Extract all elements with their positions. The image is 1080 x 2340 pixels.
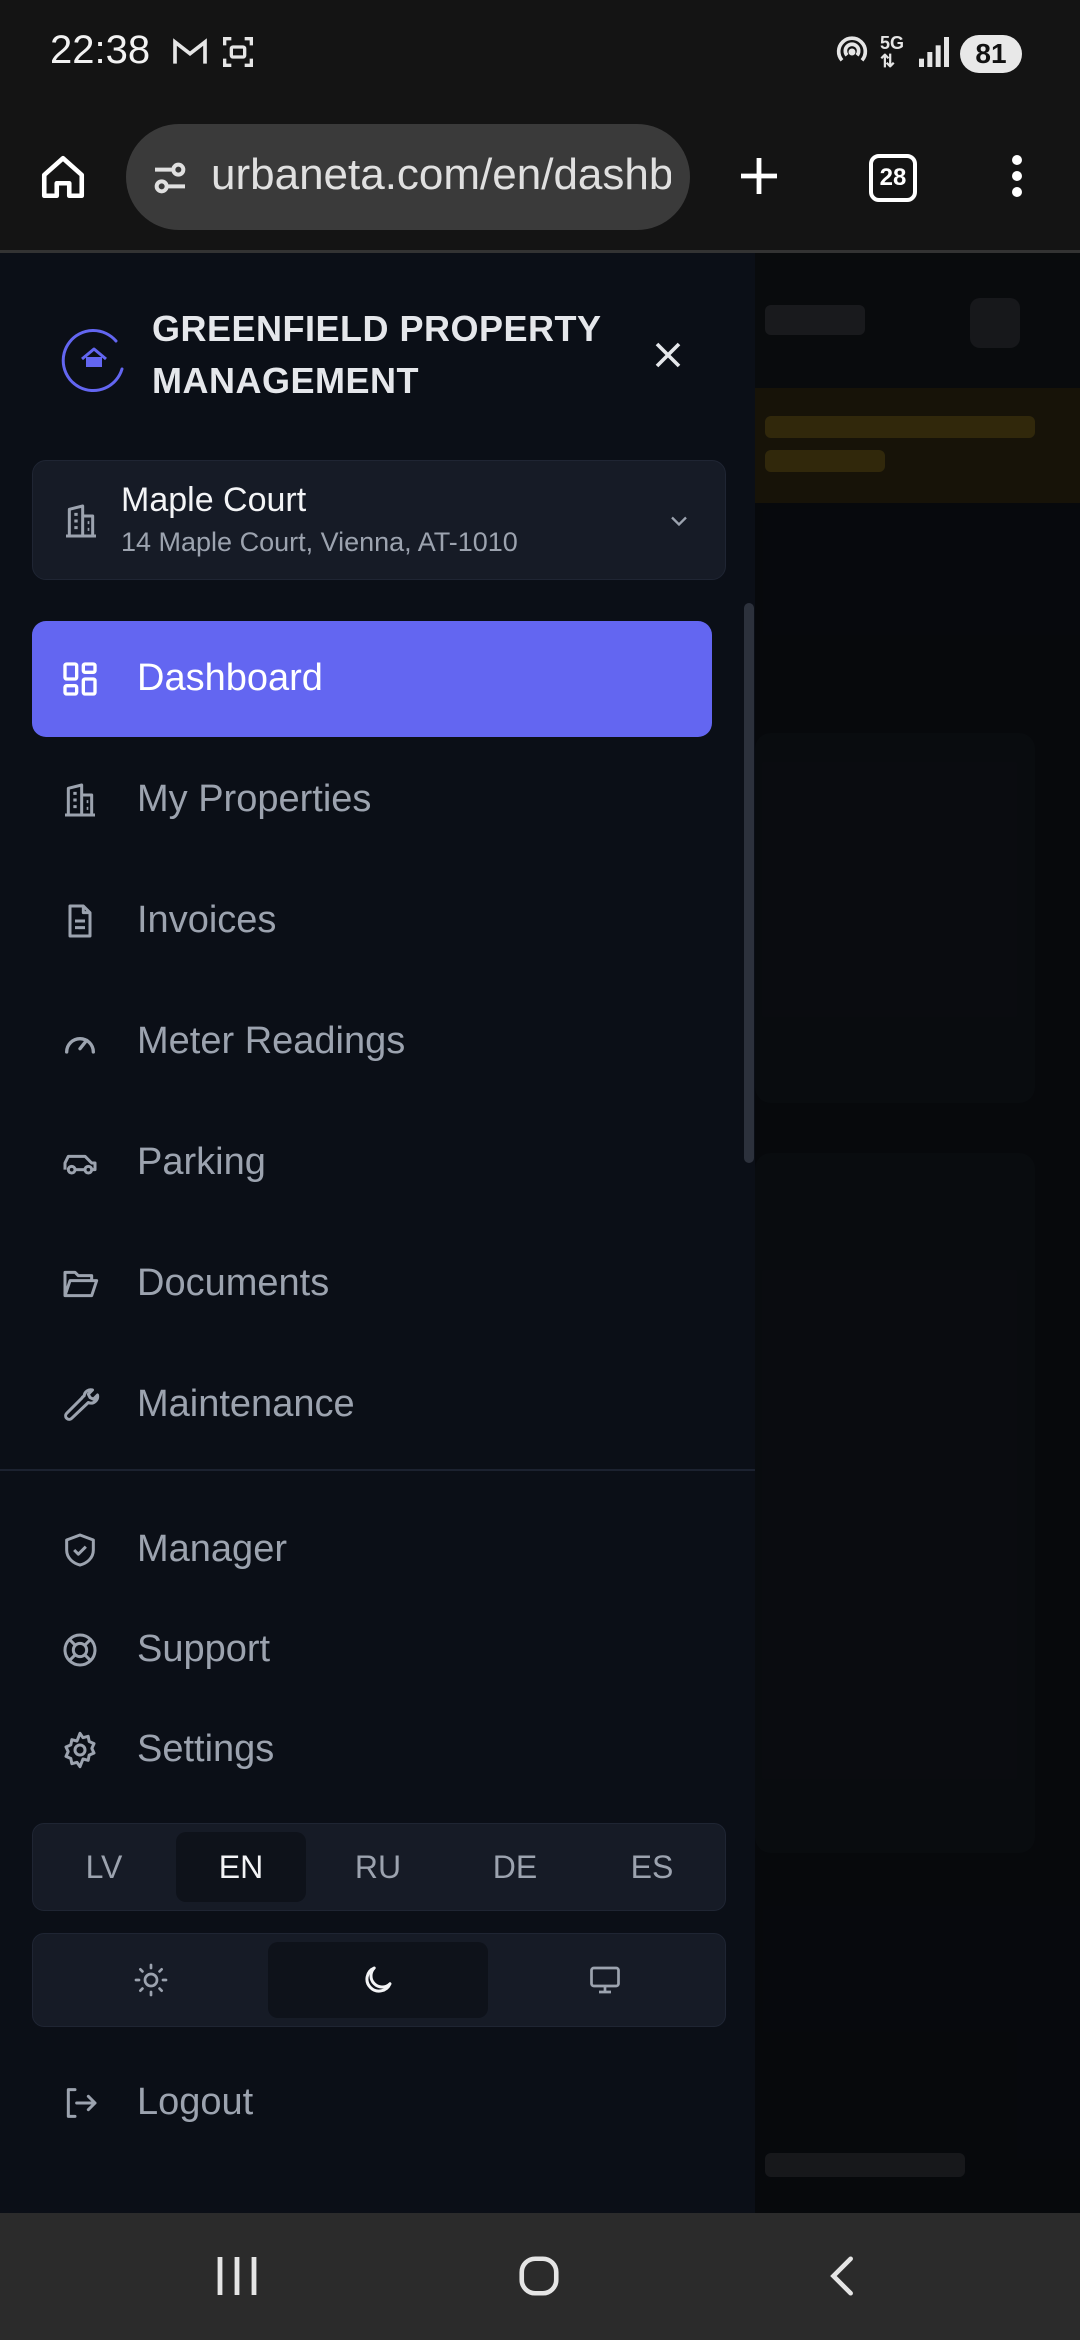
sidebar-item-meter-readings[interactable]: Meter Readings bbox=[32, 984, 712, 1100]
sidebar-item-label: Meter Readings bbox=[137, 1020, 406, 1062]
sidebar-item-label: Invoices bbox=[137, 899, 277, 941]
theme-system-button[interactable] bbox=[495, 1942, 715, 2018]
monitor-icon bbox=[590, 1966, 620, 1994]
sidebar-drawer: GREENFIELD PROPERTY MANAGEMENT Maple Cou… bbox=[0, 253, 755, 2213]
language-option-ru[interactable]: RU bbox=[313, 1832, 443, 1902]
sidebar-item-settings[interactable]: Settings bbox=[32, 1700, 712, 1800]
sidebar-divider bbox=[0, 1469, 755, 1471]
building-icon bbox=[60, 780, 100, 820]
moon-icon bbox=[365, 1966, 392, 1993]
battery-indicator: 81 bbox=[960, 35, 1022, 73]
shield-check-icon bbox=[60, 1530, 100, 1570]
sidebar-item-documents[interactable]: Documents bbox=[32, 1226, 712, 1342]
gmail-icon bbox=[170, 32, 210, 77]
sidebar-item-parking[interactable]: Parking bbox=[32, 1105, 712, 1221]
folder-icon bbox=[60, 1264, 100, 1304]
system-navigation-bar bbox=[0, 2213, 1080, 2340]
theme-dark-button[interactable] bbox=[268, 1942, 488, 2018]
sidebar-item-dashboard[interactable]: Dashboard bbox=[32, 621, 712, 737]
language-option-lv[interactable]: LV bbox=[39, 1832, 169, 1902]
sidebar-item-label: Support bbox=[137, 1628, 271, 1670]
lifebuoy-icon bbox=[60, 1630, 100, 1670]
brand-logo-icon bbox=[58, 321, 130, 393]
brand-name: GREENFIELD PROPERTY MANAGEMENT bbox=[152, 308, 601, 401]
sidebar-item-label: Documents bbox=[137, 1262, 330, 1304]
back-nav-icon[interactable] bbox=[820, 2251, 866, 2306]
url-text: urbaneta.com/en/dashboard bbox=[211, 150, 671, 199]
document-icon bbox=[60, 901, 100, 941]
sidebar-item-label: Settings bbox=[137, 1728, 275, 1770]
site-settings-icon[interactable] bbox=[148, 158, 192, 203]
property-selector[interactable]: Maple Court 14 Maple Court, Vienna, AT-1… bbox=[32, 460, 726, 580]
sidebar-item-label: Dashboard bbox=[137, 657, 323, 699]
sidebar-item-my-properties[interactable]: My Properties bbox=[32, 742, 712, 858]
tab-switcher-button[interactable]: 28 bbox=[869, 154, 917, 202]
sidebar-item-support[interactable]: Support bbox=[32, 1600, 712, 1700]
home-nav-icon[interactable] bbox=[516, 2253, 562, 2304]
property-address: 14 Maple Court, Vienna, AT-1010 bbox=[121, 527, 518, 557]
gear-icon bbox=[60, 1730, 100, 1770]
status-time: 22:38 bbox=[50, 28, 151, 72]
language-option-de[interactable]: DE bbox=[450, 1832, 580, 1902]
dashboard-grid-icon bbox=[60, 659, 100, 699]
property-name: Maple Court bbox=[121, 481, 307, 519]
sidebar-item-maintenance[interactable]: Maintenance bbox=[32, 1347, 712, 1463]
sidebar-item-manager[interactable]: Manager bbox=[32, 1500, 712, 1600]
hotspot-icon bbox=[832, 32, 872, 77]
logout-icon bbox=[60, 2083, 100, 2123]
gauge-icon bbox=[60, 1022, 100, 1062]
theme-light-button[interactable] bbox=[41, 1942, 261, 2018]
sidebar-item-label: My Properties bbox=[137, 778, 372, 820]
close-icon[interactable] bbox=[646, 333, 690, 377]
logout-label: Logout bbox=[137, 2081, 254, 2123]
more-menu-icon[interactable] bbox=[1000, 152, 1034, 205]
theme-switcher bbox=[32, 1933, 726, 2027]
sidebar-item-label: Parking bbox=[137, 1141, 266, 1183]
home-icon[interactable] bbox=[38, 150, 88, 209]
sidebar-scrollbar[interactable] bbox=[744, 603, 754, 1163]
sidebar-item-label: Manager bbox=[137, 1528, 287, 1570]
sun-icon bbox=[134, 1963, 168, 1997]
car-icon bbox=[60, 1143, 100, 1183]
sidebar-item-invoices[interactable]: Invoices bbox=[32, 863, 712, 979]
recent-apps-icon[interactable] bbox=[212, 2253, 262, 2304]
language-option-es[interactable]: ES bbox=[587, 1832, 717, 1902]
new-tab-icon[interactable] bbox=[735, 152, 783, 205]
screenshot-icon bbox=[218, 32, 258, 77]
building-icon bbox=[61, 501, 101, 546]
wrench-icon bbox=[60, 1385, 100, 1425]
browser-toolbar: urbaneta.com/en/dashboard 28 bbox=[0, 110, 1080, 253]
address-bar[interactable]: urbaneta.com/en/dashboard bbox=[126, 124, 690, 230]
language-switcher: LV EN RU DE ES bbox=[32, 1823, 726, 1911]
chevron-down-icon bbox=[665, 507, 693, 540]
drawer-backdrop[interactable] bbox=[755, 253, 1080, 2213]
logout-button[interactable]: Logout bbox=[32, 2053, 712, 2153]
language-option-en[interactable]: EN bbox=[176, 1832, 306, 1902]
status-bar: 22:38 5G ⇅ 81 bbox=[0, 0, 1080, 110]
signal-icon bbox=[914, 32, 954, 77]
5g-icon: 5G ⇅ bbox=[880, 33, 905, 71]
sidebar-item-label: Maintenance bbox=[137, 1383, 355, 1425]
